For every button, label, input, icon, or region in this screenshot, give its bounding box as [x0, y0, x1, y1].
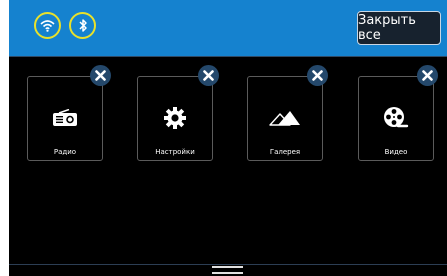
- app-card-label: Радио: [53, 148, 77, 156]
- app-card-video[interactable]: Видео: [358, 76, 434, 161]
- app-switcher-screen: Закрыть все Радио Настройки Галерея Виде…: [9, 0, 447, 276]
- close-all-button[interactable]: Закрыть все: [357, 11, 441, 45]
- close-icon: [95, 70, 106, 81]
- app-card-label: Видео: [384, 148, 408, 156]
- app-card-radio[interactable]: Радио: [27, 76, 103, 161]
- bottom-divider: [9, 264, 447, 265]
- film-reel-icon: [380, 105, 412, 131]
- wifi-icon: [40, 20, 55, 32]
- close-icon: [312, 70, 323, 81]
- close-settings-button[interactable]: [198, 65, 219, 86]
- bluetooth-button[interactable]: [69, 12, 96, 39]
- wifi-button[interactable]: [34, 12, 61, 39]
- close-icon: [203, 70, 214, 81]
- radio-icon: [49, 105, 81, 131]
- app-card-label: Галерея: [269, 148, 301, 156]
- gear-icon: [159, 105, 191, 131]
- app-card-settings[interactable]: Настройки: [137, 76, 213, 161]
- drag-handle-icon[interactable]: [212, 266, 243, 274]
- mountains-icon: [269, 105, 301, 131]
- top-bar: Закрыть все: [9, 0, 447, 56]
- app-card-gallery[interactable]: Галерея: [247, 76, 323, 161]
- app-card-label: Настройки: [155, 148, 195, 156]
- close-gallery-button[interactable]: [307, 65, 328, 86]
- close-radio-button[interactable]: [90, 65, 111, 86]
- close-icon: [422, 70, 433, 81]
- divider: [9, 56, 447, 57]
- bluetooth-icon: [78, 19, 87, 32]
- close-video-button[interactable]: [417, 65, 438, 86]
